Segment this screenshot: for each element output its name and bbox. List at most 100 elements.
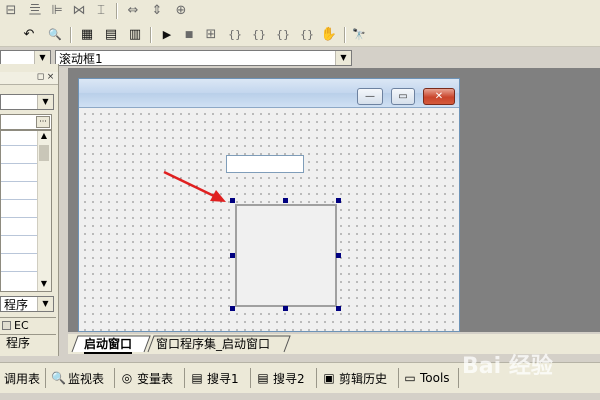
property-value-field[interactable]: ··· — [0, 114, 52, 130]
run-to-cursor-icon[interactable]: {} — [298, 26, 316, 44]
resize-handle[interactable] — [283, 198, 288, 203]
chevron-down-icon[interactable]: ▼ — [37, 297, 53, 311]
resize-handle[interactable] — [336, 253, 341, 258]
tab-separator — [458, 368, 459, 388]
step-into-icon[interactable]: {} — [226, 26, 244, 44]
tab-clip-history[interactable]: ▣ 剪辑历史 — [322, 369, 387, 387]
space-vertical-icon[interactable]: ⇕ — [148, 2, 166, 20]
chevron-down-icon[interactable]: ▼ — [335, 51, 351, 65]
tab-separator — [250, 368, 251, 388]
center-form-icon[interactable]: ⊕ — [172, 2, 190, 20]
tab-watch-table[interactable]: 🔍 监视表 — [51, 369, 104, 387]
hand-icon[interactable]: ✋ — [320, 26, 338, 44]
chevron-down-icon[interactable]: ▼ — [37, 95, 53, 109]
pin-icon[interactable]: ◻ — [36, 73, 45, 82]
scroll-box-control[interactable] — [235, 204, 337, 307]
search-list-icon: ▤ — [257, 371, 269, 385]
tab-separator — [316, 368, 317, 388]
resize-handle[interactable] — [336, 198, 341, 203]
arrow-annotation — [163, 170, 226, 202]
resize-handle[interactable] — [283, 306, 288, 311]
layout-icon-1[interactable]: ▦ — [78, 26, 96, 44]
search-list-icon: ▤ — [191, 371, 203, 385]
run-icon[interactable]: ▶ — [158, 26, 176, 44]
tab-window-program-set[interactable]: 窗口程序集_启动窗口 — [156, 336, 270, 352]
clip-history-icon: ▣ — [323, 371, 335, 385]
ec-icon — [2, 321, 11, 330]
tab-watch-table-label: 监视表 — [68, 371, 105, 386]
program-combo-value: 程序 — [4, 298, 29, 312]
property-panel: ◻ × ▼ ··· ▲ ▼ 程序 ▼ EC 程序 — [0, 64, 59, 356]
tab-startup-window[interactable]: 启动窗口 — [84, 336, 133, 354]
close-button[interactable]: ✕ — [423, 88, 455, 105]
undo-icon[interactable]: ↶ — [20, 26, 38, 44]
property-row — [1, 217, 39, 218]
tab-call-table-label: 调用表 — [4, 371, 41, 386]
close-icon[interactable]: × — [46, 73, 55, 82]
step-out-icon[interactable]: {} — [274, 26, 292, 44]
property-scrollbar[interactable]: ▲ ▼ — [37, 131, 51, 291]
form-layout-icon[interactable]: ⊟ — [2, 2, 20, 20]
magnifier-icon: 🔍 — [51, 371, 66, 385]
watermark: Bai 经验 — [462, 354, 553, 379]
equal-width-icon[interactable]: ⋈ — [70, 2, 88, 20]
chevron-down-icon[interactable]: ▼ — [34, 51, 50, 65]
resize-handle[interactable] — [336, 306, 341, 311]
tab-search-2-label: 搜寻2 — [273, 371, 305, 386]
property-row — [1, 181, 39, 182]
stop-icon[interactable]: ■ — [180, 26, 198, 44]
binoculars-icon[interactable]: 🔭 — [350, 26, 368, 44]
layout-icon-2[interactable]: ▤ — [102, 26, 120, 44]
scroll-down-icon[interactable]: ▼ — [38, 279, 50, 291]
equal-height-icon[interactable]: ⌶ — [92, 2, 110, 20]
minimize-button[interactable]: — — [357, 88, 383, 105]
property-row — [1, 253, 39, 254]
scroll-up-icon[interactable]: ▲ — [38, 131, 50, 143]
property-object-combo[interactable]: ▼ — [0, 94, 54, 110]
toolbar-separator — [116, 3, 118, 19]
tools-window-icon: ▭ — [404, 371, 416, 385]
align-center-icon[interactable]: 亖 — [26, 2, 44, 20]
toolbar-main: ↶ 🔍 ▦ ▤ ▥ ▶ ■ ⊞ {} {} {} {} ✋ 🔭 — [0, 24, 600, 47]
panel-tab-ec[interactable]: EC — [0, 317, 56, 333]
component-selector[interactable]: 滚动框1 ▼ — [55, 50, 352, 66]
tab-clip-history-label: 剪辑历史 — [339, 371, 388, 386]
tab-separator — [398, 368, 399, 388]
property-row — [1, 163, 39, 164]
program-combo[interactable]: 程序 ▼ — [0, 296, 54, 312]
scroll-thumb[interactable] — [39, 145, 49, 161]
form-window[interactable]: — ▭ ✕ — [78, 78, 460, 332]
panel-tab-program[interactable]: 程序 — [0, 334, 56, 351]
toolbar-separator — [70, 27, 72, 43]
form-caption[interactable]: — ▭ ✕ — [79, 79, 459, 108]
form-client-area[interactable] — [79, 108, 459, 331]
ellipsis-button[interactable]: ··· — [36, 116, 50, 128]
component-selector-value: 滚动框1 — [59, 52, 103, 66]
step-over-icon[interactable]: {} — [250, 26, 268, 44]
edit-box-control[interactable] — [226, 155, 304, 173]
toolbar-separator — [150, 27, 152, 43]
resize-handle[interactable] — [230, 306, 235, 311]
glasses-icon: ◎ — [121, 371, 133, 385]
property-row — [1, 271, 39, 272]
resize-handle[interactable] — [230, 253, 235, 258]
panel-tab-program-label: 程序 — [6, 336, 31, 350]
compile-icon[interactable]: ⊞ — [202, 26, 220, 44]
tab-search-1-label: 搜寻1 — [207, 371, 239, 386]
tab-separator — [184, 368, 185, 388]
resize-handle[interactable] — [230, 198, 235, 203]
tab-search-1[interactable]: ▤ 搜寻1 — [190, 369, 239, 387]
maximize-button[interactable]: ▭ — [391, 88, 415, 105]
tab-variable-table[interactable]: ◎ 变量表 — [120, 369, 173, 387]
align-left-icon[interactable]: ⊫ — [48, 2, 66, 20]
tab-search-2[interactable]: ▤ 搜寻2 — [256, 369, 305, 387]
layout-icon-3[interactable]: ▥ — [126, 26, 144, 44]
tab-separator — [114, 368, 115, 388]
space-horizontal-icon[interactable]: ⇔ — [124, 2, 142, 20]
property-row — [1, 199, 39, 200]
tab-call-table[interactable]: 调用表 — [4, 369, 40, 387]
tab-tools[interactable]: ▭ Tools — [403, 369, 449, 387]
tab-variable-table-label: 变量表 — [137, 371, 174, 386]
find-icon[interactable]: 🔍 — [46, 26, 64, 44]
property-grid[interactable]: ▲ ▼ — [0, 130, 52, 292]
